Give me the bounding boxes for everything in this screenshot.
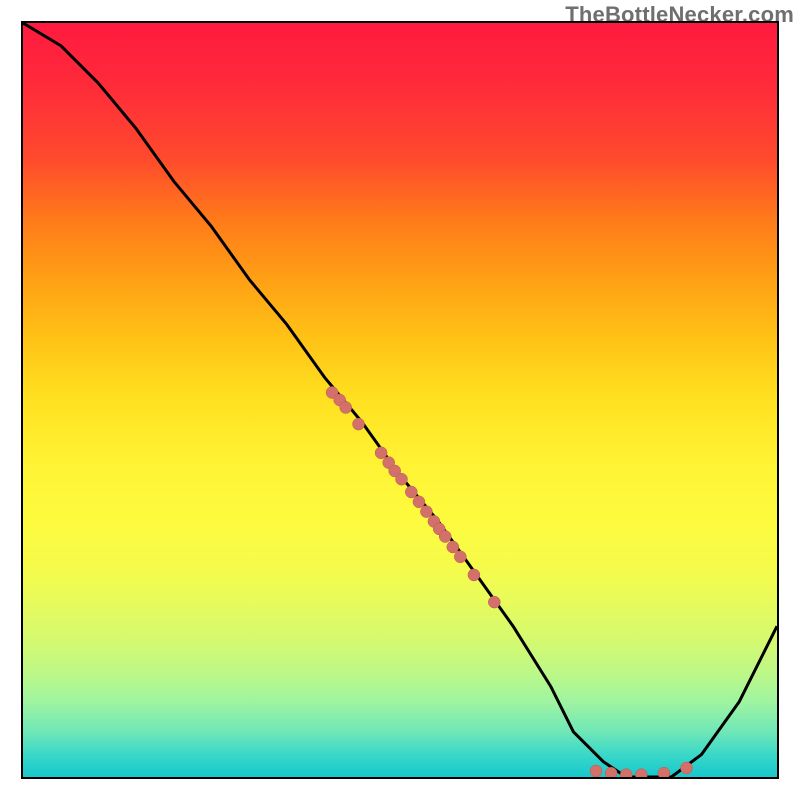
data-points-group <box>326 387 692 778</box>
data-point <box>340 402 352 414</box>
data-point <box>620 769 632 777</box>
data-point <box>488 596 500 608</box>
data-point <box>375 447 387 459</box>
data-point <box>413 496 425 508</box>
data-point <box>353 418 365 430</box>
curve-layer <box>23 23 777 777</box>
data-point <box>468 569 480 581</box>
data-point <box>405 486 417 498</box>
data-point <box>681 762 693 774</box>
plot-area <box>21 21 779 779</box>
data-point <box>605 767 617 777</box>
bottleneck-curve <box>23 23 777 777</box>
data-point <box>396 473 408 485</box>
data-point <box>420 506 432 518</box>
data-point <box>447 541 459 553</box>
chart-container: TheBottleNecker.com <box>0 0 800 800</box>
data-point <box>454 551 466 563</box>
data-point <box>658 767 670 777</box>
data-point <box>590 765 602 777</box>
data-point <box>635 769 647 777</box>
data-point <box>439 531 451 543</box>
